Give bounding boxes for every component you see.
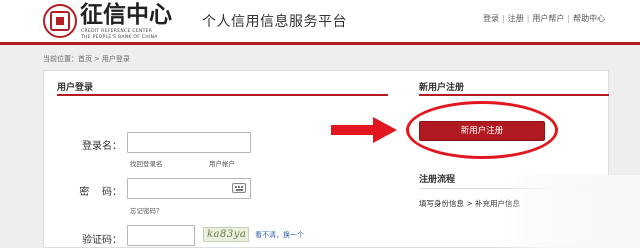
forgot-password-link[interactable]: 忘记密码？ xyxy=(130,205,163,215)
login-section-title: 用户登录 xyxy=(57,83,94,93)
logo-english-line-2: THE PEOPLE'S BANK OF CHINA xyxy=(81,35,158,40)
annotation-highlight-ellipse xyxy=(406,101,558,159)
captcha-label: 验证码： xyxy=(82,235,122,246)
separator: | xyxy=(567,14,571,23)
username-input[interactable] xyxy=(127,132,251,153)
help-center-link[interactable]: 帮助中心 xyxy=(573,14,605,23)
register-section-title: 新用户注册 xyxy=(419,83,465,93)
platform-title: 个人信用信息服务平台 xyxy=(202,14,347,30)
breadcrumb-home[interactable]: 首页 xyxy=(78,55,92,63)
breadcrumb-separator: > xyxy=(94,55,100,63)
captcha-refresh-link[interactable]: 看不清，换一个 xyxy=(255,230,304,240)
separator: | xyxy=(526,14,530,23)
logo-text: 征信中心 xyxy=(80,1,172,28)
top-nav-links: 登录 | 注册 | 用户帮户 | 帮助中心 xyxy=(483,13,605,24)
credit-center-logo-icon xyxy=(43,4,77,38)
breadcrumb-prefix: 当前位置： xyxy=(43,55,78,63)
register-title-underline xyxy=(419,94,609,96)
site-header: 征信中心 CREDIT REFERENCE CENTER THE PEOPLE'… xyxy=(0,0,640,42)
registration-flow-title: 注册流程 xyxy=(419,175,456,185)
breadcrumb-current: 用户登录 xyxy=(101,55,130,63)
captcha-image[interactable]: ka83ya xyxy=(203,227,249,242)
separator: | xyxy=(502,14,505,23)
user-account-activation-link[interactable]: 用户帐户 xyxy=(209,158,235,168)
user-account-link[interactable]: 用户帮户 xyxy=(532,14,564,23)
annotation-arrow-icon xyxy=(331,117,397,143)
captcha-input[interactable] xyxy=(127,225,195,246)
login-link[interactable]: 登录 xyxy=(483,14,499,23)
login-title-underline xyxy=(57,94,388,96)
register-link[interactable]: 注册 xyxy=(508,14,524,23)
username-label: 登录名： xyxy=(82,141,122,152)
soft-keyboard-icon[interactable] xyxy=(232,183,246,193)
blur-overlay xyxy=(498,175,640,248)
forgot-username-link[interactable]: 找回登录名 xyxy=(130,158,163,168)
logo-english-line-1: CREDIT REFERENCE CENTER xyxy=(81,29,153,34)
password-label: 密 码： xyxy=(79,187,122,198)
breadcrumb: 当前位置：首页 > 用户登录 xyxy=(43,54,130,64)
